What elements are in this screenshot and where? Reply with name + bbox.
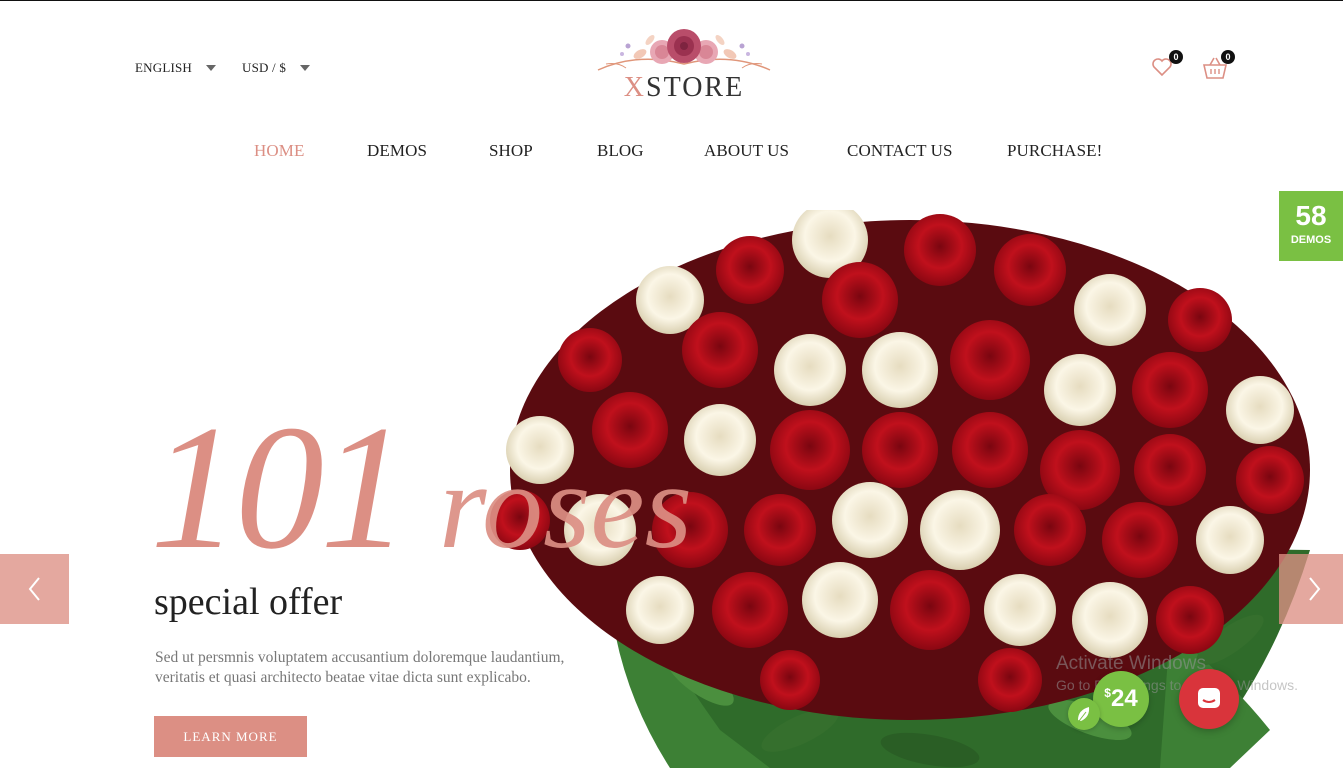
- leaf-badge[interactable]: [1068, 698, 1100, 730]
- cart-button[interactable]: 0: [1201, 50, 1235, 82]
- nav-item-demos[interactable]: DEMOS: [367, 141, 427, 161]
- hero-title: 101 roses: [150, 398, 692, 576]
- price-currency: $: [1104, 686, 1111, 700]
- slider-next-button[interactable]: [1279, 554, 1343, 624]
- hero-title-number: 101: [150, 388, 409, 586]
- nav-item-blog[interactable]: BLOG: [597, 141, 644, 161]
- leaf-icon: [1078, 707, 1090, 722]
- chat-icon: [1198, 688, 1220, 708]
- main-navigation: HOME DEMOS SHOP BLOG ABOUT US CONTACT US…: [0, 141, 1343, 165]
- currency-selector[interactable]: USD / $: [242, 60, 311, 76]
- logo-wordmark: XSTORE: [588, 72, 780, 104]
- slider-prev-button[interactable]: [0, 554, 69, 624]
- hero-description-line: veritatis et quasi architecto beatae vit…: [155, 669, 531, 686]
- language-selector[interactable]: ENGLISH: [135, 60, 217, 76]
- arrow-right-icon: [1308, 577, 1320, 601]
- hero-subtitle: special offer: [154, 581, 343, 623]
- hero-title-word: roses: [439, 439, 693, 574]
- currency-label: USD / $: [242, 60, 287, 75]
- learn-more-button[interactable]: LEARN MORE: [154, 716, 307, 757]
- nav-item-shop[interactable]: SHOP: [489, 141, 533, 161]
- chat-button[interactable]: [1179, 669, 1239, 729]
- nav-item-about-us[interactable]: ABOUT US: [704, 141, 789, 161]
- top-border: [0, 0, 1343, 1]
- price-amount: 24: [1110, 685, 1138, 712]
- watermark-title: Activate Windows: [1056, 653, 1206, 674]
- arrow-left-icon: [28, 577, 40, 601]
- price-badge[interactable]: $24: [1093, 671, 1149, 727]
- site-logo[interactable]: XSTORE: [588, 26, 780, 104]
- chevron-down-icon: [300, 65, 311, 71]
- watermark-subtitle: Go to PC settings to activate Windows.: [1056, 677, 1298, 693]
- wishlist-count-badge: 0: [1169, 50, 1183, 64]
- hero-description: Sed ut persmnis voluptatem accusantium d…: [155, 648, 635, 688]
- language-label: ENGLISH: [135, 60, 193, 75]
- nav-item-contact-us[interactable]: CONTACT US: [847, 141, 953, 161]
- logo-accent-letter: X: [623, 72, 647, 103]
- chevron-down-icon: [206, 65, 217, 71]
- nav-item-purchase[interactable]: PURCHASE!: [1007, 141, 1102, 161]
- windows-activation-watermark: Activate Windows Go to PC settings to ac…: [1000, 645, 1320, 715]
- hero-description-line: Sed ut persmnis voluptatem accusantium d…: [155, 649, 565, 666]
- flower-logo-icon: [597, 29, 771, 71]
- nav-item-home[interactable]: HOME: [254, 141, 304, 161]
- logo-text: STORE: [646, 72, 745, 103]
- wishlist-button[interactable]: 0: [1149, 50, 1183, 82]
- cart-count-badge: 0: [1221, 50, 1235, 64]
